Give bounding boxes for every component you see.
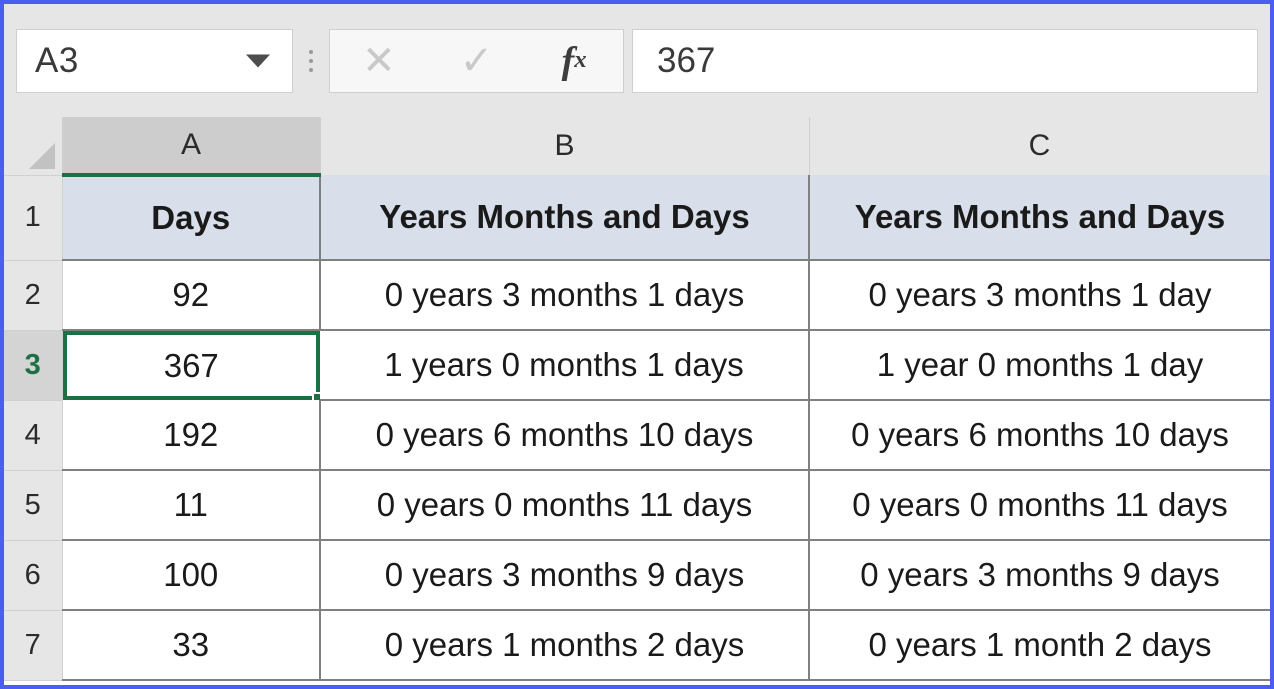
table-row: 6 100 0 years 3 months 9 days 0 years 3 … bbox=[4, 540, 1270, 611]
column-header-a[interactable]: A bbox=[62, 117, 321, 177]
cell-c4[interactable]: 0 years 6 months 10 days bbox=[809, 400, 1270, 471]
column-header-row: A B C bbox=[4, 117, 1270, 177]
cell-c5[interactable]: 0 years 0 months 11 days bbox=[809, 470, 1270, 541]
cell-b5[interactable]: 0 years 0 months 11 days bbox=[320, 470, 810, 541]
cell-b6[interactable]: 0 years 3 months 9 days bbox=[320, 540, 810, 611]
row-header-5[interactable]: 5 bbox=[4, 470, 63, 541]
column-header-b[interactable]: B bbox=[320, 117, 810, 175]
formula-action-buttons: ✕ ✓ fx bbox=[329, 28, 624, 93]
row-header-1[interactable]: 1 bbox=[4, 175, 63, 261]
cell-c7[interactable]: 0 years 1 month 2 days bbox=[809, 610, 1270, 681]
table-row: 1 Days Years Months and Days Years Month… bbox=[4, 175, 1270, 261]
cell-a1[interactable]: Days bbox=[62, 175, 321, 261]
select-all-triangle-icon bbox=[28, 142, 55, 169]
table-row: 2 92 0 years 3 months 1 days 0 years 3 m… bbox=[4, 260, 1270, 331]
cell-c3[interactable]: 1 year 0 months 1 day bbox=[809, 330, 1270, 401]
cell-a2[interactable]: 92 bbox=[62, 260, 321, 331]
cell-b4[interactable]: 0 years 6 months 10 days bbox=[320, 400, 810, 471]
table-row: 4 192 0 years 6 months 10 days 0 years 6… bbox=[4, 400, 1270, 471]
worksheet-table: A B C 1 Days Years Months and Days Years… bbox=[4, 117, 1270, 681]
cell-a4[interactable]: 192 bbox=[62, 400, 321, 471]
cell-a3-value: 367 bbox=[163, 346, 219, 384]
formula-input-value: 367 bbox=[657, 40, 716, 80]
name-box-value: A3 bbox=[35, 40, 79, 80]
confirm-check-icon[interactable]: ✓ bbox=[444, 33, 508, 89]
name-box[interactable]: A3 bbox=[16, 28, 293, 93]
row-header-4[interactable]: 4 bbox=[4, 400, 63, 471]
excel-window: A3 ✕ ✓ fx 367 A B C 1 Days Years Months … bbox=[0, 0, 1274, 689]
cell-b2[interactable]: 0 years 3 months 1 days bbox=[320, 260, 810, 331]
table-row: 3 367 1 years 0 months 1 days 1 year 0 m… bbox=[4, 330, 1270, 401]
cell-c6[interactable]: 0 years 3 months 9 days bbox=[809, 540, 1270, 611]
cell-a5[interactable]: 11 bbox=[62, 470, 321, 541]
table-row: 7 33 0 years 1 months 2 days 0 years 1 m… bbox=[4, 610, 1270, 681]
fill-handle[interactable] bbox=[312, 392, 320, 400]
cell-b1[interactable]: Years Months and Days bbox=[320, 175, 810, 261]
cell-c2[interactable]: 0 years 3 months 1 day bbox=[809, 260, 1270, 331]
cell-b3[interactable]: 1 years 0 months 1 days bbox=[320, 330, 810, 401]
column-header-c[interactable]: C bbox=[809, 117, 1270, 175]
cell-c1[interactable]: Years Months and Days bbox=[809, 175, 1270, 261]
row-header-2[interactable]: 2 bbox=[4, 260, 63, 331]
row-header-3[interactable]: 3 bbox=[4, 330, 63, 401]
chevron-down-icon[interactable] bbox=[246, 54, 270, 67]
row-header-6[interactable]: 6 bbox=[4, 540, 63, 611]
cell-a6[interactable]: 100 bbox=[62, 540, 321, 611]
spreadsheet-grid: A B C 1 Days Years Months and Days Years… bbox=[4, 117, 1270, 685]
table-row: 5 11 0 years 0 months 11 days 0 years 0 … bbox=[4, 470, 1270, 541]
cancel-icon[interactable]: ✕ bbox=[347, 33, 411, 89]
cell-b7[interactable]: 0 years 1 months 2 days bbox=[320, 610, 810, 681]
cell-a7[interactable]: 33 bbox=[62, 610, 321, 681]
select-all-corner[interactable] bbox=[4, 117, 63, 176]
formula-input[interactable]: 367 bbox=[632, 28, 1258, 93]
formula-bar-strip: A3 ✕ ✓ fx 367 bbox=[4, 4, 1270, 117]
cell-a3[interactable]: 367 bbox=[62, 330, 320, 400]
vertical-dots-separator bbox=[299, 49, 323, 72]
insert-function-icon[interactable]: fx bbox=[542, 33, 606, 89]
row-header-7[interactable]: 7 bbox=[4, 610, 63, 681]
